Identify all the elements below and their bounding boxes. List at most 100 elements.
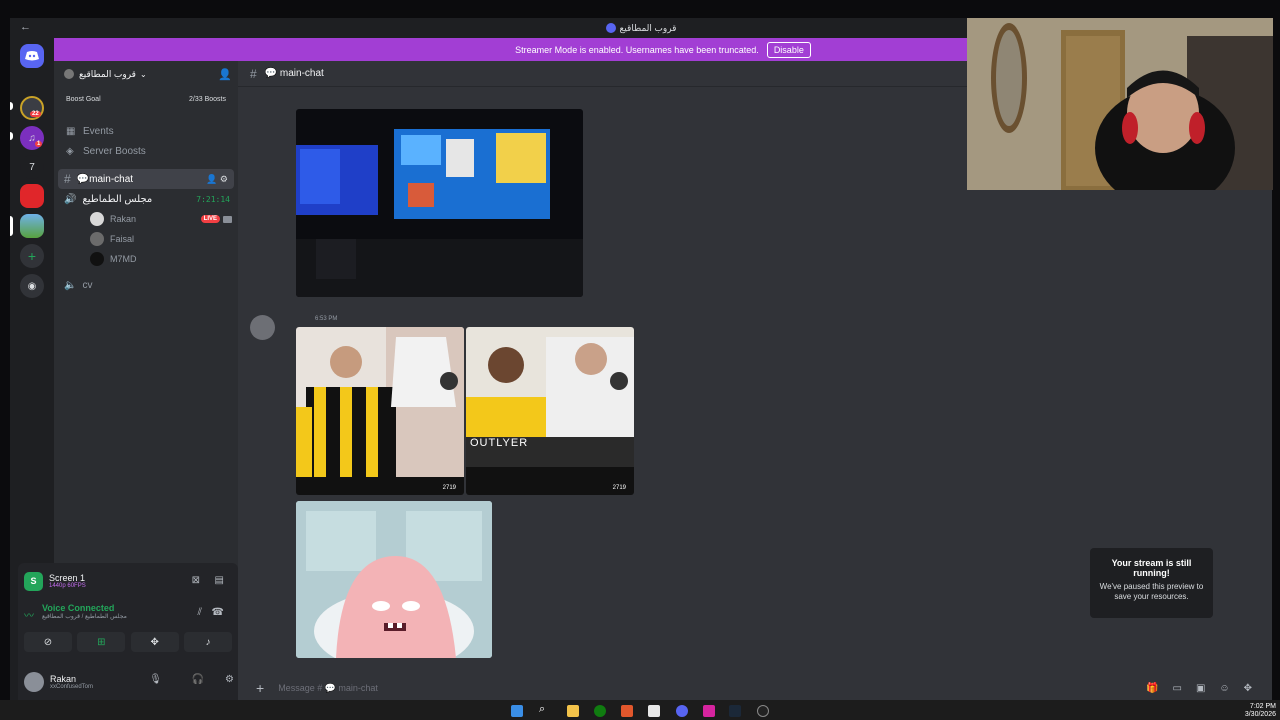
user-panel: S Screen 1 1440p 60FPS ⊠ ▤ 〰 Voice Conne… <box>18 563 238 700</box>
avatar <box>24 672 44 692</box>
brave-icon[interactable] <box>621 705 633 717</box>
add-attachment-icon[interactable]: + <box>256 680 264 696</box>
jersey-text: OUTLYER <box>470 437 529 449</box>
tiktok-save-count: 2719 <box>442 485 456 491</box>
camera-off-button[interactable]: ⊘ <box>24 632 72 652</box>
current-user[interactable]: Rakan xxConfusedTom 🎙 🎧 ⚙ <box>18 664 238 700</box>
xbox-icon[interactable] <box>594 705 606 717</box>
sticker-icon[interactable]: ▣ <box>1196 683 1205 694</box>
attachment-image[interactable] <box>296 501 492 658</box>
gift-icon[interactable]: 🎁 <box>1146 683 1158 694</box>
soundboard-button[interactable]: ♪ <box>183 632 232 652</box>
unread-pill <box>10 102 13 110</box>
voice-channel[interactable]: 🔊 مجلس الطماطيع 7:21:14 <box>54 189 238 209</box>
discover-icon[interactable]: ◉ <box>20 274 44 298</box>
calendar-icon: ▦ <box>66 125 76 137</box>
unread-pill <box>10 132 13 140</box>
server-boosts-item[interactable]: ◈ Server Boosts <box>54 141 238 161</box>
add-server-icon[interactable]: + <box>20 244 44 268</box>
steam-icon[interactable] <box>729 705 741 717</box>
channel-main-chat-label: 💬main-chat <box>76 173 134 185</box>
server-boosts-label: Server Boosts <box>83 145 146 157</box>
guild-name: قروب المطاقيع <box>79 68 136 79</box>
voice-action-buttons: ⊘ ⊞ ✥ ♪ <box>24 632 232 652</box>
guild-header[interactable]: قروب المطاقيع ⌄ 👤 <box>54 61 238 87</box>
voice-connected-label: Voice Connected <box>42 603 115 613</box>
webcam-overlay <box>967 18 1273 190</box>
user-settings-icon[interactable]: ⚙ <box>225 674 234 685</box>
activities-button[interactable]: ✥ <box>130 632 179 652</box>
obs-icon[interactable] <box>757 705 769 717</box>
server-red[interactable] <box>20 184 44 208</box>
noise-suppression-icon[interactable]: ⫽ <box>198 607 202 618</box>
search-icon[interactable]: ⌕ <box>539 703 551 715</box>
stream-quality: 1440p 60FPS <box>49 583 86 589</box>
emoji-icon[interactable]: ☺ <box>1219 683 1229 694</box>
signal-icon[interactable]: 〰 <box>24 607 34 622</box>
chat-channel-name: 💬 main-chat <box>264 68 324 79</box>
user-name: Rakan <box>50 674 77 684</box>
mention-badge: 1 <box>35 141 43 147</box>
system-tray-clock[interactable]: 7:02 PM 3/30/2026 <box>1245 703 1276 719</box>
taskbar-time: 7:02 PM <box>1249 703 1276 710</box>
events-item[interactable]: ▦ Events <box>54 121 238 141</box>
composer-actions: 🎁 ▭ ▣ ☺ ✥ <box>1146 683 1252 694</box>
user-status: xxConfusedTom <box>50 684 94 690</box>
avatar <box>90 232 104 246</box>
stream-title: Screen 1 <box>49 573 86 583</box>
banner-text: Streamer Mode is enabled. Usernames have… <box>515 44 759 55</box>
stream-paused-toast: Your stream is still running! We've paus… <box>1090 548 1213 618</box>
windows-taskbar: ⌕ 7:02 PM 3/30/2026 <box>0 700 1280 720</box>
stream-preview-icon <box>223 215 232 223</box>
voice-location: مجلس الطماطيع / قروب المطاقيع <box>42 614 127 620</box>
voice-channel-cv[interactable]: 🔈 cv <box>54 275 238 295</box>
disconnect-icon[interactable]: ☎ <box>212 607 224 618</box>
chevron-down-icon: ⌄ <box>139 69 147 79</box>
voice-user-name: Faisal <box>110 234 135 244</box>
server-current[interactable] <box>20 214 44 238</box>
windows-start-icon[interactable] <box>511 705 523 717</box>
disable-streamer-mode-button[interactable]: Disable <box>766 41 811 58</box>
invite-people-icon[interactable]: 👤 <box>218 68 232 81</box>
boost-icon: ◈ <box>66 145 74 157</box>
boost-goal-label: Boost Goal <box>66 95 101 103</box>
share-screen-button[interactable]: ⊞ <box>77 632 126 652</box>
headphones-icon[interactable]: 🎧 <box>192 674 204 685</box>
voice-user-name: M7MD <box>110 254 137 264</box>
avatar[interactable] <box>250 315 275 340</box>
voice-user[interactable]: Faisal <box>54 229 238 249</box>
hash-icon: # <box>64 172 71 186</box>
stream-settings-icon[interactable]: ▤ <box>215 575 224 586</box>
taskbar-date: 3/30/2026 <box>1244 711 1276 718</box>
avatar <box>90 252 104 266</box>
tiktok-thumbnail[interactable]: 2719 <box>296 327 464 495</box>
voice-user[interactable]: Rakan LIVE <box>54 209 238 229</box>
message-input[interactable]: Message # 💬 main-chat <box>278 683 378 694</box>
voice-user[interactable]: M7MD <box>54 249 238 269</box>
message-composer[interactable]: + Message # 💬 main-chat 🎁 ▭ ▣ ☺ ✥ <box>252 680 1262 696</box>
store-icon[interactable] <box>648 705 660 717</box>
voice-channel-label: مجلس الطماطيع <box>82 193 153 205</box>
gif-icon[interactable]: ▭ <box>1172 683 1181 694</box>
stream-status: S Screen 1 1440p 60FPS ⊠ ▤ <box>24 567 232 595</box>
channel-settings-icons[interactable]: 👤 ⚙ <box>206 174 228 185</box>
back-arrow-icon[interactable]: ← <box>20 21 31 33</box>
discord-home-icon[interactable] <box>20 44 44 68</box>
speaker-icon: 🔊 <box>64 193 77 205</box>
attachment-image[interactable] <box>296 109 583 297</box>
boost-goal-bar[interactable]: Boost Goal 2/33 Boosts <box>62 91 230 107</box>
channel-main-chat[interactable]: # 💬main-chat 👤 ⚙ <box>58 169 234 189</box>
message-timestamp: 6:53 PM <box>315 316 338 322</box>
toast-title: Your stream is still running! <box>1111 558 1192 578</box>
tiktok-thumbnail[interactable]: OUTLYER 2719 <box>466 327 634 495</box>
speaker-icon: 🔈 <box>64 279 77 291</box>
microphone-icon[interactable]: 🎙 <box>149 674 162 685</box>
discord-taskbar-icon[interactable] <box>676 705 688 717</box>
mention-badge: 22 <box>30 111 41 117</box>
instagram-icon[interactable] <box>703 705 715 717</box>
file-explorer-icon[interactable] <box>567 705 579 717</box>
stop-stream-icon[interactable]: ⊠ <box>192 575 200 586</box>
apps-icon[interactable]: ✥ <box>1244 683 1252 694</box>
server-seven[interactable]: 7 <box>20 155 44 179</box>
voice-timer: 7:21:14 <box>196 194 230 204</box>
